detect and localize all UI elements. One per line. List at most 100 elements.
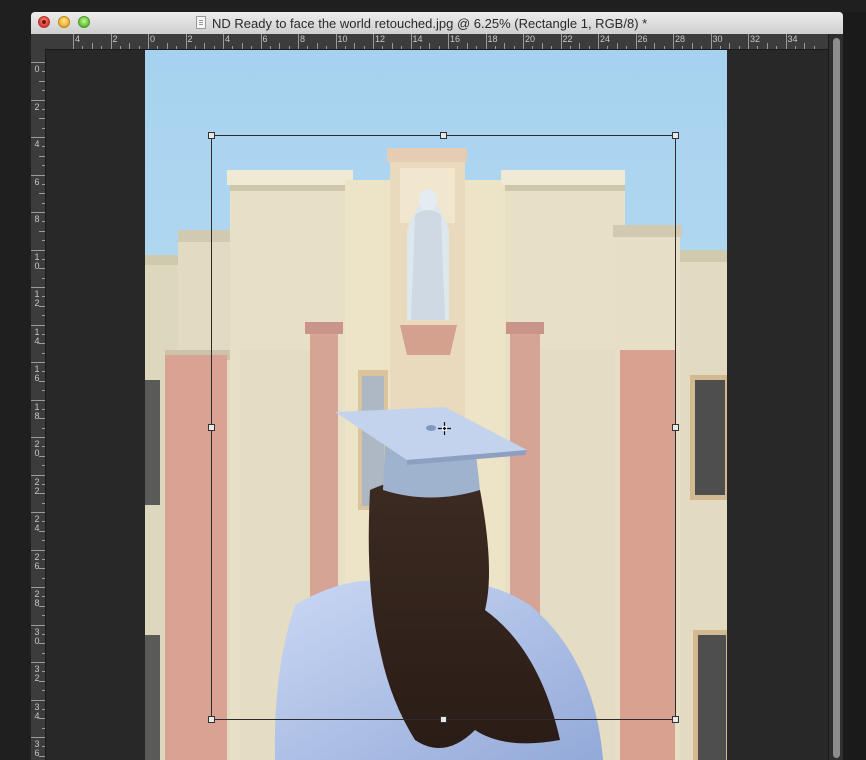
ruler-left-minor-tick (42, 71, 45, 73)
ruler-top-minor-tick (766, 43, 768, 49)
selection-handle-top-right[interactable] (672, 132, 679, 139)
selection-handle-top[interactable] (440, 132, 447, 139)
ruler-top-minor-tick (588, 46, 590, 49)
ruler-left-tick (31, 474, 45, 476)
ruler-left-minor-tick (42, 483, 45, 485)
ruler-left-minor-tick (42, 240, 45, 242)
ruler-left-minor-tick (39, 155, 45, 157)
ruler-left-minor-tick (42, 408, 45, 410)
ruler-top-label: 32 (750, 34, 761, 44)
ruler-top-tick (185, 34, 187, 49)
ruler-top-minor-tick (316, 43, 318, 49)
ruler-left-minor-tick (42, 465, 45, 467)
vertical-ruler[interactable]: 024681012141618202224262830323436 (31, 49, 46, 760)
ruler-top-label: 30 (712, 34, 723, 44)
ruler-top-tick (110, 34, 112, 49)
ruler-left-minor-tick (42, 615, 45, 617)
ruler-top-minor-tick (757, 46, 759, 49)
ruler-top-minor-tick (213, 46, 215, 49)
ruler-left-minor-tick (42, 352, 45, 354)
ruler-left-tick (31, 212, 45, 213)
ruler-top-tick (148, 34, 149, 49)
ruler-top-minor-tick (504, 43, 506, 49)
selection-handle-left[interactable] (208, 424, 215, 431)
ruler-top-minor-tick (494, 46, 496, 49)
ruler-left-minor-tick (42, 202, 45, 204)
ruler-top-minor-tick (166, 43, 168, 49)
ruler-left-minor-tick (42, 258, 45, 260)
ruler-left-minor-tick (42, 690, 45, 692)
ruler-top-minor-tick (813, 46, 815, 49)
title-bar[interactable]: ND Ready to face the world retouched.jpg… (31, 12, 843, 35)
selection-handle-top-left[interactable] (208, 132, 215, 139)
ruler-left-tick (31, 699, 45, 701)
ruler-top-tick (785, 34, 787, 49)
zoom-icon[interactable] (78, 16, 90, 28)
selection-handle-right[interactable] (672, 424, 679, 431)
ruler-left-minor-tick (42, 746, 45, 748)
ruler-left-minor-tick (42, 277, 45, 279)
ruler-left-tick (31, 587, 45, 588)
ruler-left-minor-tick (39, 718, 45, 720)
selection-handle-bottom[interactable] (440, 716, 447, 723)
ruler-top-label: 20 (525, 34, 536, 44)
ruler-left-minor-tick (42, 652, 45, 654)
ruler-left-minor-tick (42, 165, 45, 167)
ruler-top-minor-tick (438, 46, 440, 49)
ruler-left-tick (31, 174, 45, 176)
ruler-top-minor-tick (354, 43, 356, 49)
ruler-top-tick (560, 34, 562, 49)
ruler-left-minor-tick (42, 183, 45, 185)
ruler-top-minor-tick (251, 46, 253, 49)
ruler-top-minor-tick (701, 46, 703, 49)
ruler-top-tick (73, 34, 74, 49)
ruler-top-minor-tick (738, 46, 740, 49)
ruler-top-minor-tick (101, 46, 103, 49)
ruler-left-tick (31, 362, 45, 363)
ruler-top-minor-tick (119, 46, 121, 49)
ruler-left-minor-tick (39, 493, 45, 495)
ruler-top-label: 26 (637, 34, 648, 44)
ruler-top-label: 14 (412, 34, 423, 44)
ruler-left-tick (31, 137, 45, 138)
ruler-left-tick (31, 249, 45, 251)
close-icon[interactable] (38, 16, 50, 28)
ruler-left-minor-tick (39, 193, 45, 195)
ruler-top-minor-tick (363, 46, 365, 49)
ruler-top-label: 24 (600, 34, 611, 44)
ruler-left-minor-tick (39, 680, 45, 682)
ruler-top-minor-tick (326, 46, 328, 49)
ruler-top-tick (710, 34, 712, 49)
ruler-top-minor-tick (654, 43, 656, 49)
selection-handle-bottom-left[interactable] (208, 716, 215, 723)
ruler-top-minor-tick (551, 46, 553, 49)
ruler-left-minor-tick (39, 343, 45, 345)
ruler-left-minor-tick (39, 605, 45, 607)
vertical-scrollbar[interactable] (828, 34, 843, 760)
ruler-top-tick (673, 34, 674, 49)
ruler-left-minor-tick (39, 755, 45, 757)
ruler-top-label: 12 (375, 34, 386, 44)
ruler-top-minor-tick (241, 43, 243, 49)
ruler-top-minor-tick (776, 46, 778, 49)
minimize-icon[interactable] (58, 16, 70, 28)
ruler-top-minor-tick (307, 46, 309, 49)
ruler-top-minor-tick (794, 46, 796, 49)
ruler-left-tick (31, 287, 45, 288)
ruler-top-minor-tick (691, 43, 693, 49)
ruler-left-minor-tick (42, 521, 45, 523)
ruler-top-minor-tick (279, 43, 281, 49)
ruler-left-minor-tick (42, 577, 45, 579)
ruler-left-minor-tick (39, 305, 45, 307)
scrollbar-thumb[interactable] (833, 38, 840, 758)
ruler-top-label: 10 (337, 34, 348, 44)
selection-handle-bottom-right[interactable] (672, 716, 679, 723)
ruler-top-minor-tick (194, 46, 196, 49)
horizontal-ruler[interactable]: 4 2 0 2 4 6 8 10 12 14 16 18 20 22 24 26 28 30 32 34 (31, 34, 843, 50)
ruler-top-tick (223, 34, 224, 49)
ruler-top-label: 0 (150, 34, 156, 44)
ruler-left-minor-tick (42, 390, 45, 392)
ruler-left-minor-tick (42, 727, 45, 729)
ruler-top-minor-tick (91, 43, 93, 49)
ruler-left-tick (31, 324, 45, 326)
